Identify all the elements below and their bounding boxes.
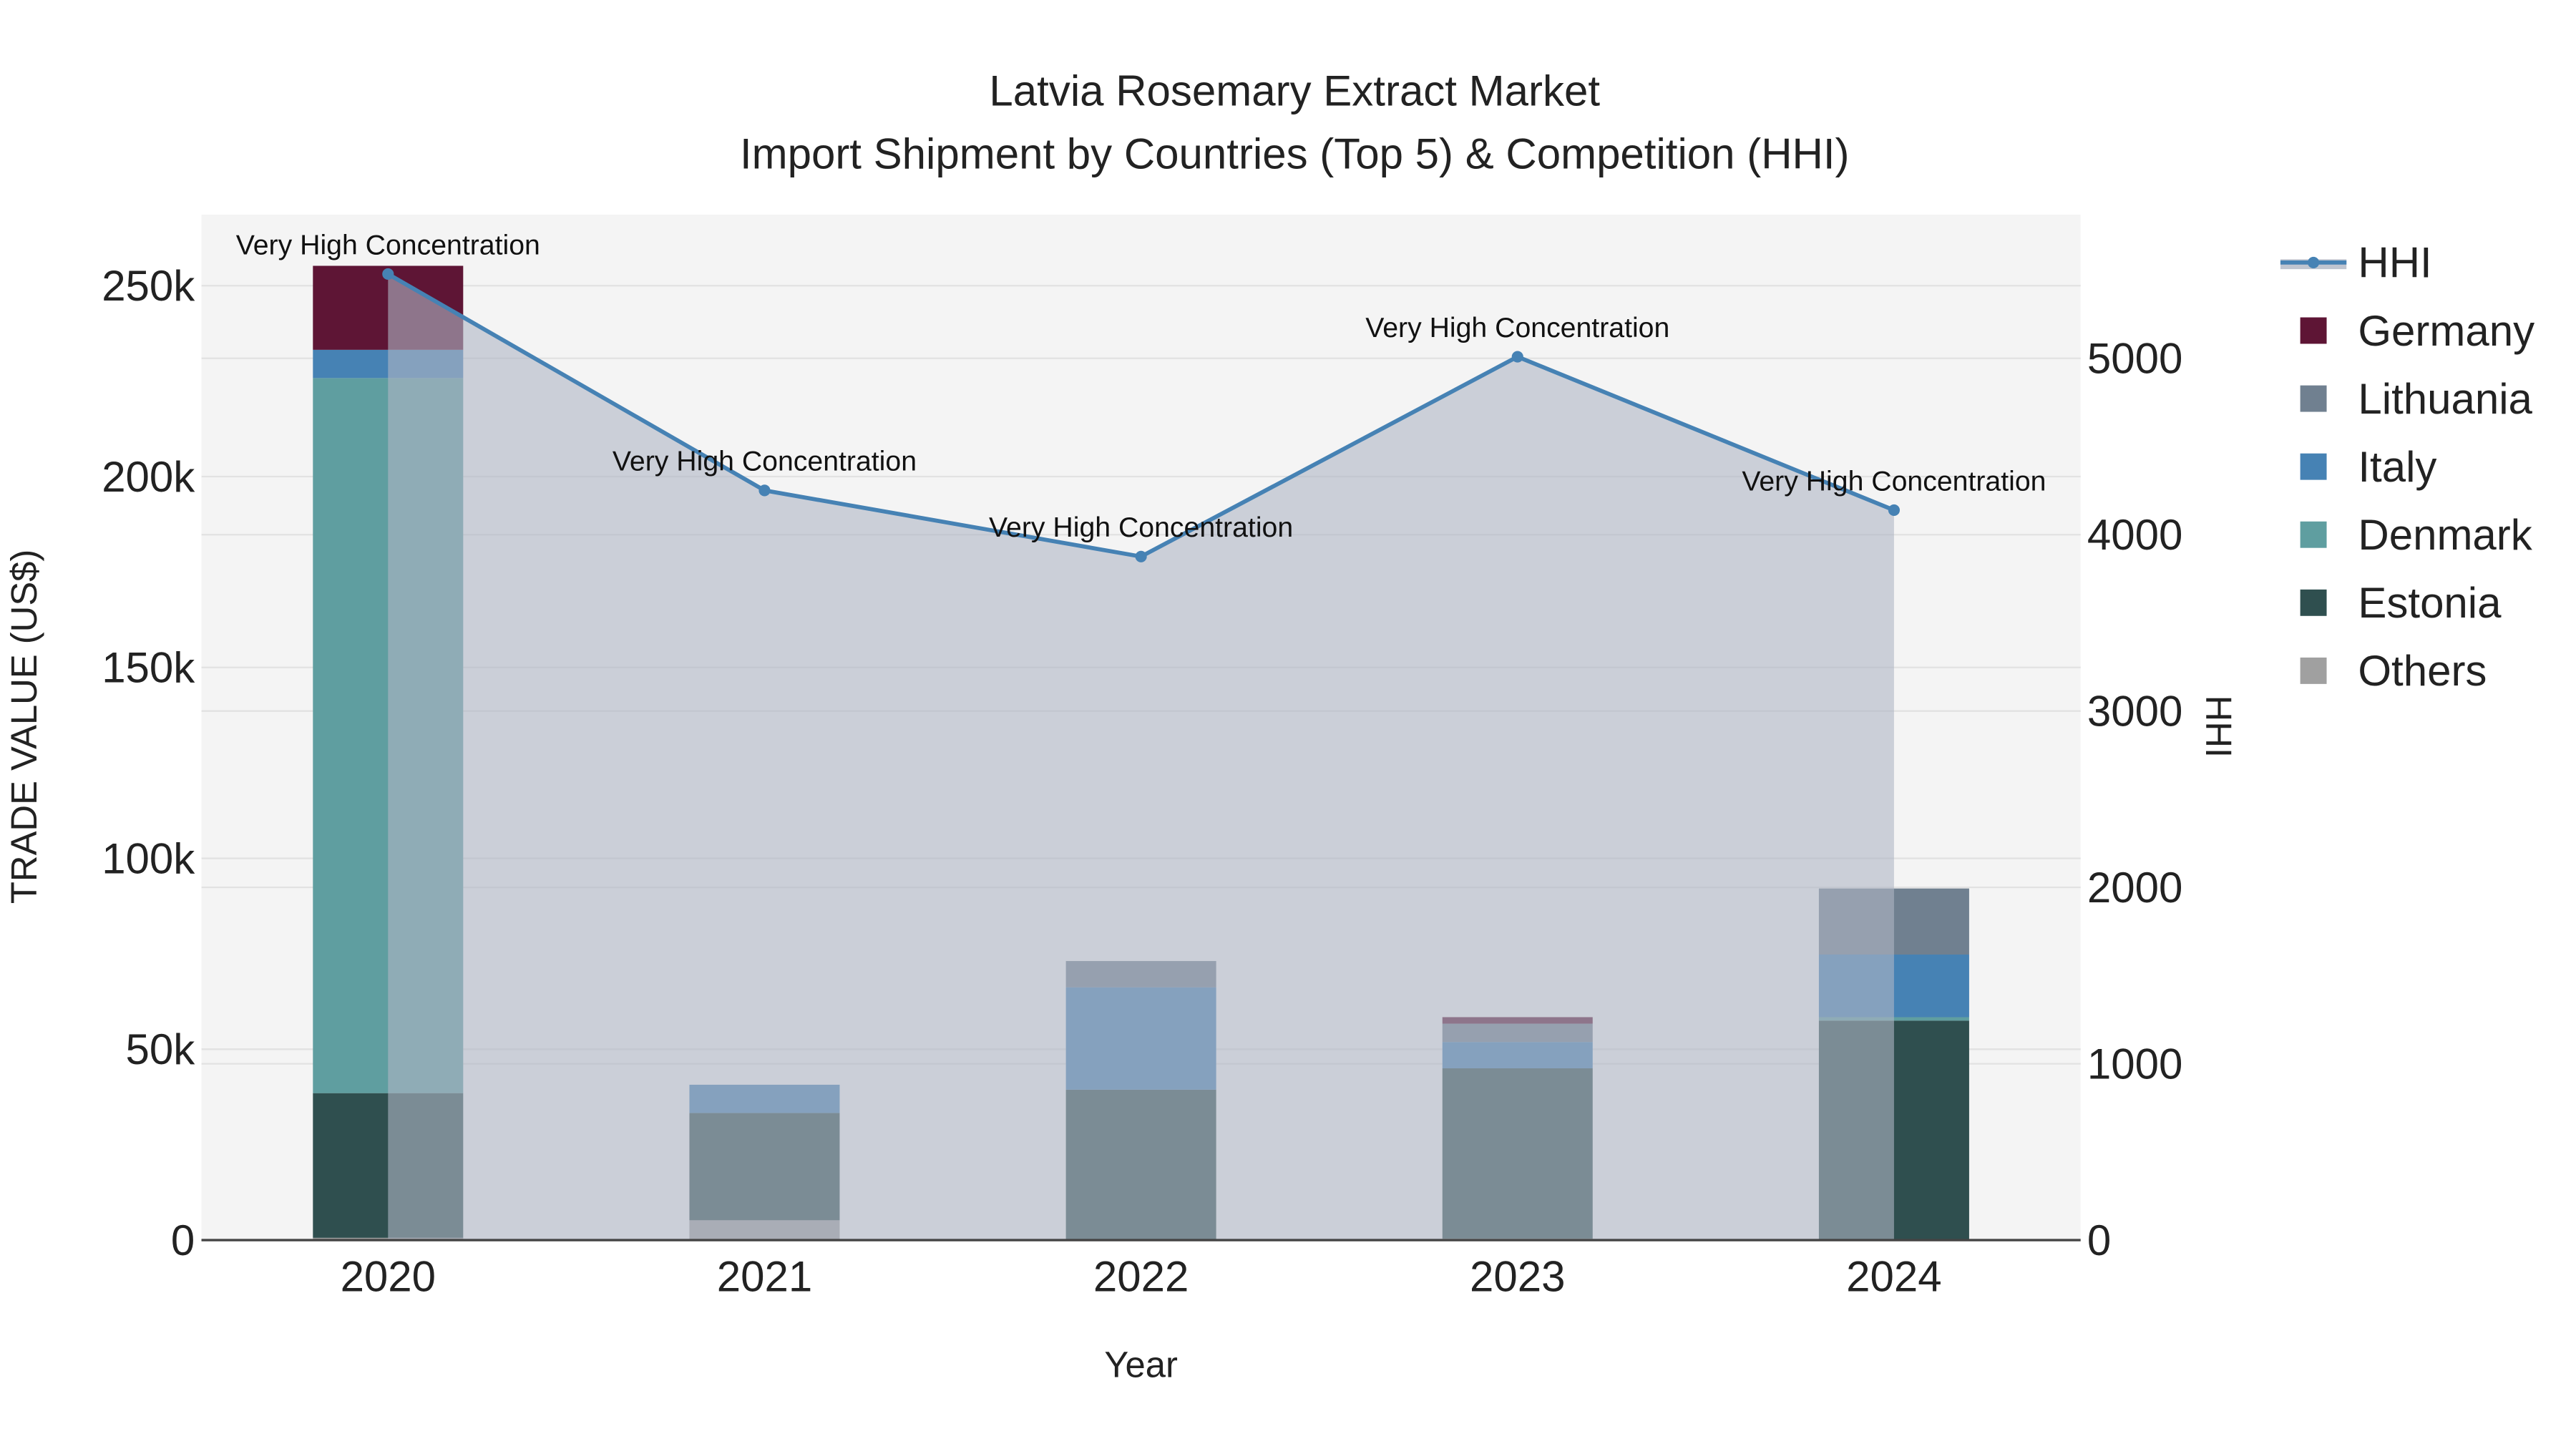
legend-label: Others: [2358, 647, 2487, 695]
legend-hhi-marker: [2308, 256, 2320, 268]
x-tick-label: 2021: [717, 1253, 812, 1301]
y2-tick-label: 1000: [2087, 1040, 2182, 1088]
y-tick-label: 0: [171, 1216, 195, 1264]
legend-swatch-italy: [2300, 453, 2327, 480]
legend-label: Estonia: [2358, 579, 2502, 627]
legend-swatch-denmark: [2300, 521, 2327, 548]
hhi-point: [1135, 550, 1147, 562]
hhi-point: [758, 484, 771, 497]
x-tick-label: 2022: [1093, 1253, 1189, 1301]
y2-tick-label: 3000: [2087, 687, 2182, 735]
legend-label: Germany: [2358, 307, 2534, 355]
y-tick-label: 50k: [126, 1025, 196, 1073]
legend-label: HHI: [2358, 239, 2431, 287]
hhi-annotation: Very High Concentration: [1742, 465, 2046, 497]
y-axis-label: TRADE VALUE (US$): [4, 550, 44, 904]
x-tick-label: 2023: [1470, 1253, 1565, 1301]
legend-label: Denmark: [2358, 511, 2532, 559]
y-tick-label: 150k: [102, 644, 195, 692]
hhi-annotation: Very High Concentration: [236, 229, 540, 260]
chart-title: Latvia Rosemary Extract Market: [989, 67, 1600, 115]
legend: HHI Germany Lithuania Italy Denmark Estonia Ot…: [2280, 239, 2534, 695]
y2-tick-label: 2000: [2087, 864, 2182, 912]
hhi-annotation: Very High Concentration: [613, 446, 917, 477]
y-tick-label: 250k: [102, 262, 195, 310]
hhi-annotation: Very High Concentration: [1365, 312, 1669, 343]
legend-label: Italy: [2358, 443, 2436, 491]
hhi-point: [1888, 504, 1900, 517]
x-axis-label: Year: [1104, 1345, 1178, 1385]
y2-axis-label: HHI: [2198, 696, 2239, 758]
y2-tick-label: 0: [2087, 1216, 2111, 1264]
legend-swatch-germany: [2300, 317, 2327, 344]
x-tick-label: 2024: [1846, 1253, 1941, 1301]
y2-tick-label: 5000: [2087, 335, 2182, 383]
y-tick-label: 200k: [102, 453, 195, 501]
y-tick-label: 100k: [102, 834, 195, 882]
y2-tick-label: 4000: [2087, 511, 2182, 559]
legend-label: Lithuania: [2358, 375, 2532, 423]
hhi-annotation: Very High Concentration: [989, 512, 1293, 543]
legend-swatch-estonia: [2300, 589, 2327, 616]
legend-swatch-lithuania: [2300, 385, 2327, 412]
x-tick-label: 2020: [341, 1253, 436, 1301]
chart: Latvia Rosemary Extract Market Import Sh…: [4, 67, 2534, 1385]
hhi-point: [382, 268, 394, 280]
legend-swatch-others: [2300, 657, 2327, 684]
hhi-point: [1511, 351, 1523, 363]
chart-subtitle: Import Shipment by Countries (Top 5) & C…: [740, 130, 1850, 177]
